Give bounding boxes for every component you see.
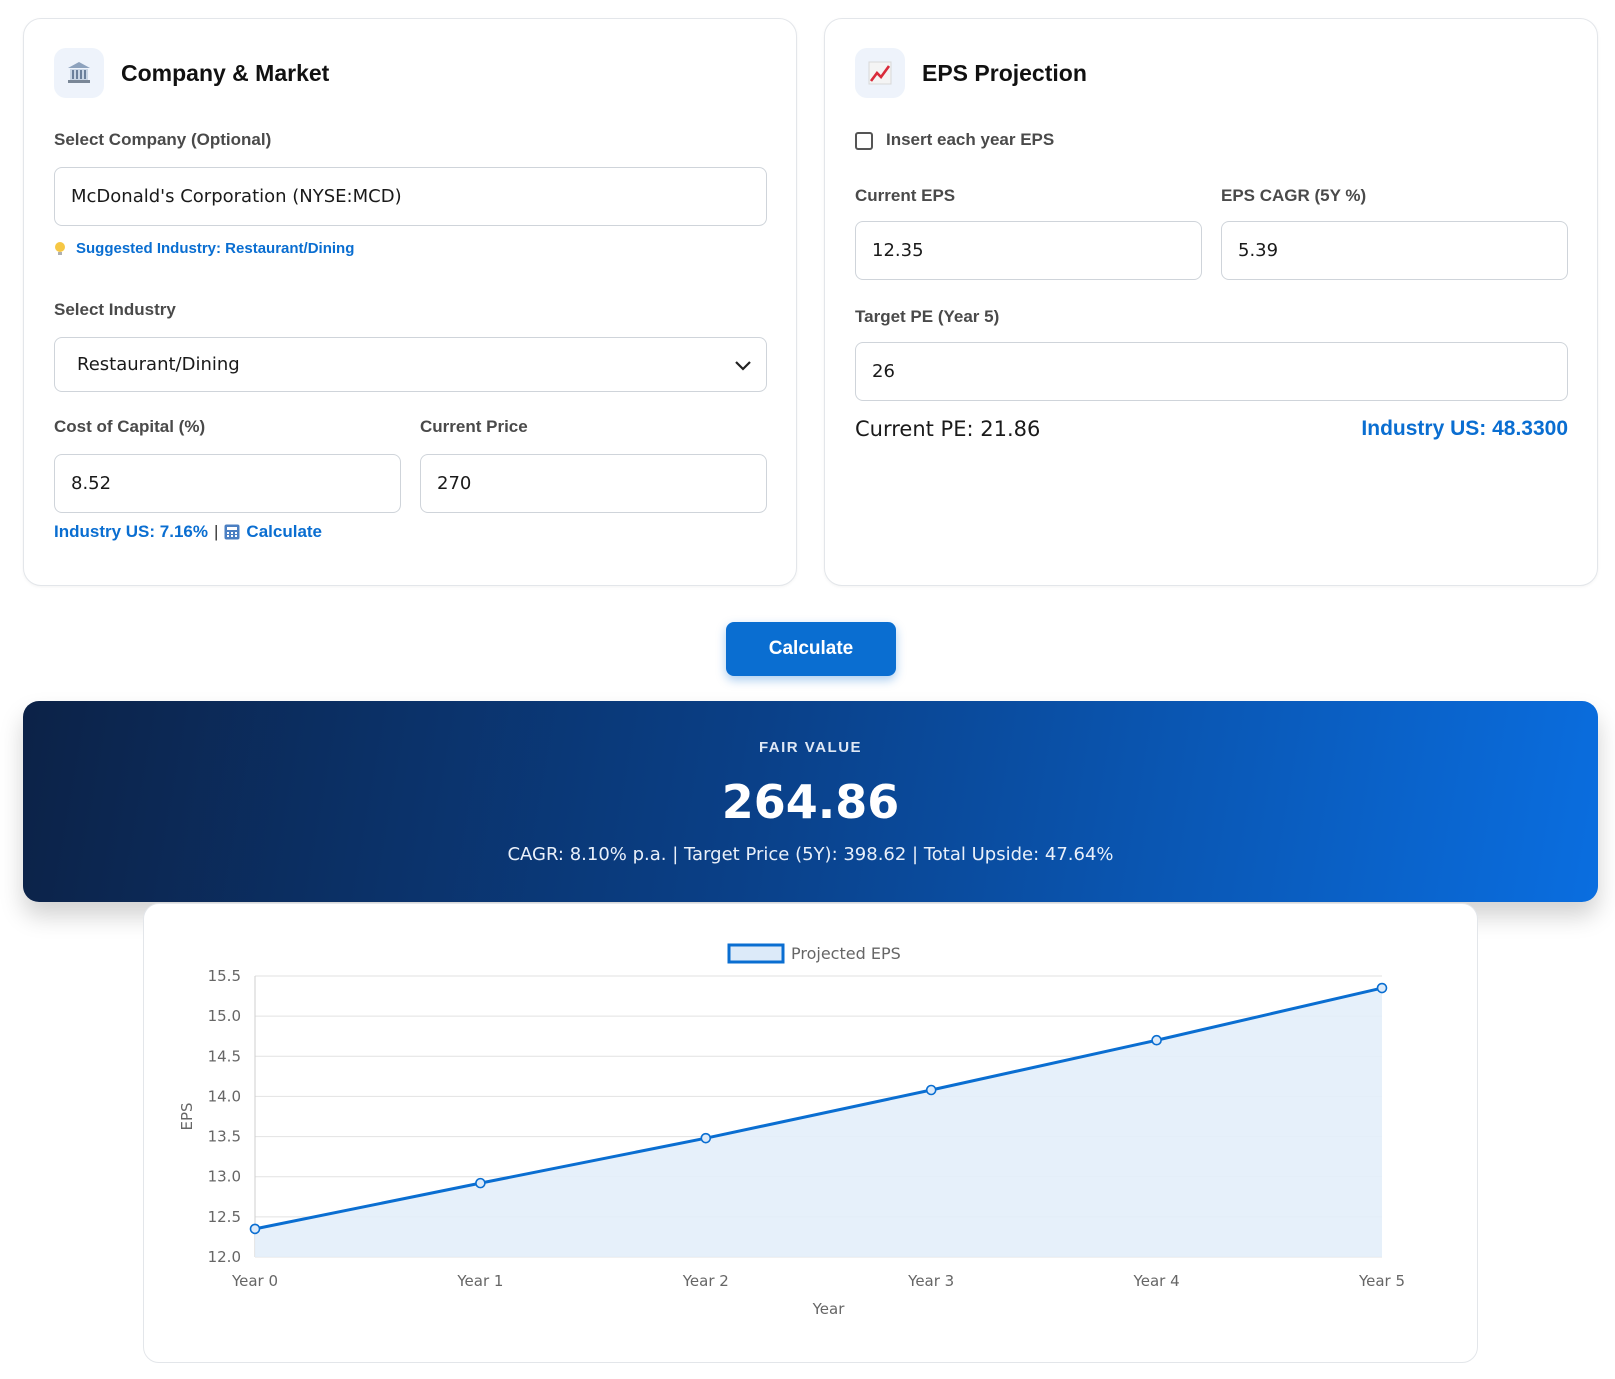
y-tick-label: 15.0 [208, 1007, 241, 1025]
select-company-label: Select Company (Optional) [54, 130, 272, 149]
x-tick-label: Year 4 [1133, 1272, 1180, 1290]
data-point [1151, 1034, 1162, 1046]
target-pe-input[interactable]: 26 [855, 342, 1568, 401]
x-tick-label: Year 1 [456, 1272, 503, 1290]
eps-chart-card: 12.0 12.5 13.0 13.5 14.0 14.5 15.0 15.5 Year 0 Ye… [143, 903, 1478, 1363]
current-eps-input[interactable]: 12.35 [855, 221, 1202, 280]
eps-cagr-label: EPS CAGR (5Y %) [1221, 186, 1367, 205]
cost-of-capital-input[interactable]: 8.52 [54, 454, 401, 513]
company-card-title: Company & Market [121, 59, 330, 86]
industry-select[interactable]: Restaurant/Dining [54, 337, 767, 392]
data-point [475, 1177, 486, 1189]
industry-select-value: Restaurant/Dining [77, 354, 240, 375]
current-eps-label: Current EPS [855, 186, 956, 205]
x-tick-label: Year 3 [907, 1272, 954, 1290]
eps-cagr-input[interactable]: 5.39 [1221, 221, 1568, 280]
target-pe-label: Target PE (Year 5) [855, 307, 1000, 326]
separator: | [214, 522, 219, 541]
y-tick-label: 13.0 [208, 1168, 241, 1186]
data-point [1376, 982, 1388, 994]
fair-value-label: FAIR VALUE [758, 739, 863, 756]
calculate-button[interactable]: Calculate [726, 622, 896, 676]
current-price-input[interactable]: 270 [420, 454, 767, 513]
insert-each-year-label: Insert each year EPS [886, 130, 1055, 149]
data-point [700, 1132, 712, 1144]
chevron-down-icon [734, 356, 752, 377]
calculate-coc-link[interactable]: Calculate [246, 522, 322, 542]
company-card-header: Company & Market [54, 48, 329, 98]
y-tick-label: 13.5 [208, 1128, 241, 1146]
y-tick-label: 14.0 [208, 1087, 241, 1105]
legend-swatch [727, 943, 785, 964]
company-select-input[interactable]: McDonald's Corporation (NYSE:MCD) [54, 167, 767, 226]
y-tick-label: 14.5 [208, 1047, 241, 1065]
industry-us-coc-row: Industry US: 7.16% | Calculate [54, 522, 322, 542]
eps-card-title: EPS Projection [922, 59, 1087, 86]
x-tick-label: Year 5 [1358, 1272, 1405, 1290]
y-axis-title: EPS [178, 1102, 196, 1130]
suggested-industry-hint: Suggested Industry: Restaurant/Dining [54, 240, 354, 257]
chart-increasing-icon [855, 48, 905, 98]
eps-card-header: EPS Projection [855, 48, 1087, 98]
cost-of-capital-label: Cost of Capital (%) [54, 417, 206, 436]
fair-value-number: 264.86 [721, 775, 900, 829]
company-market-card: Company & Market Select Company (Optiona… [23, 18, 797, 586]
eps-line-chart: 12.0 12.5 13.0 13.5 14.0 14.5 15.0 15.5 Year 0 Ye… [178, 943, 1405, 1318]
fair-value-panel: FAIR VALUE 264.86 CAGR: 8.10% p.a. | Tar… [23, 701, 1598, 902]
bank-building-icon [54, 48, 104, 98]
current-pe-text: Current PE: 21.86 [855, 417, 1041, 441]
insert-each-year-checkbox[interactable] [855, 132, 873, 150]
fair-value-summary: CAGR: 8.10% p.a. | Target Price (5Y): 39… [507, 844, 1114, 865]
data-point [925, 1084, 937, 1096]
data-point [249, 1223, 261, 1235]
y-tick-label: 15.5 [208, 967, 241, 985]
x-axis-title: Year [812, 1300, 846, 1318]
x-tick-label: Year 0 [231, 1272, 278, 1290]
legend-label: Projected EPS [791, 944, 901, 963]
x-tick-label: Year 2 [682, 1272, 729, 1290]
calculator-icon [224, 524, 240, 540]
y-tick-label: 12.0 [208, 1248, 241, 1266]
select-industry-label: Select Industry [54, 300, 176, 319]
current-price-label: Current Price [420, 417, 528, 436]
eps-projection-card: EPS Projection Insert each year EPS Curr… [824, 18, 1598, 586]
y-tick-label: 12.5 [208, 1208, 241, 1226]
suggested-industry-link[interactable]: Suggested Industry: Restaurant/Dining [76, 240, 354, 257]
industry-us-coc-text: Industry US: 7.16% [54, 522, 208, 541]
lightbulb-icon [54, 241, 66, 257]
industry-us-pe-text: Industry US: 48.3300 [1361, 417, 1568, 440]
